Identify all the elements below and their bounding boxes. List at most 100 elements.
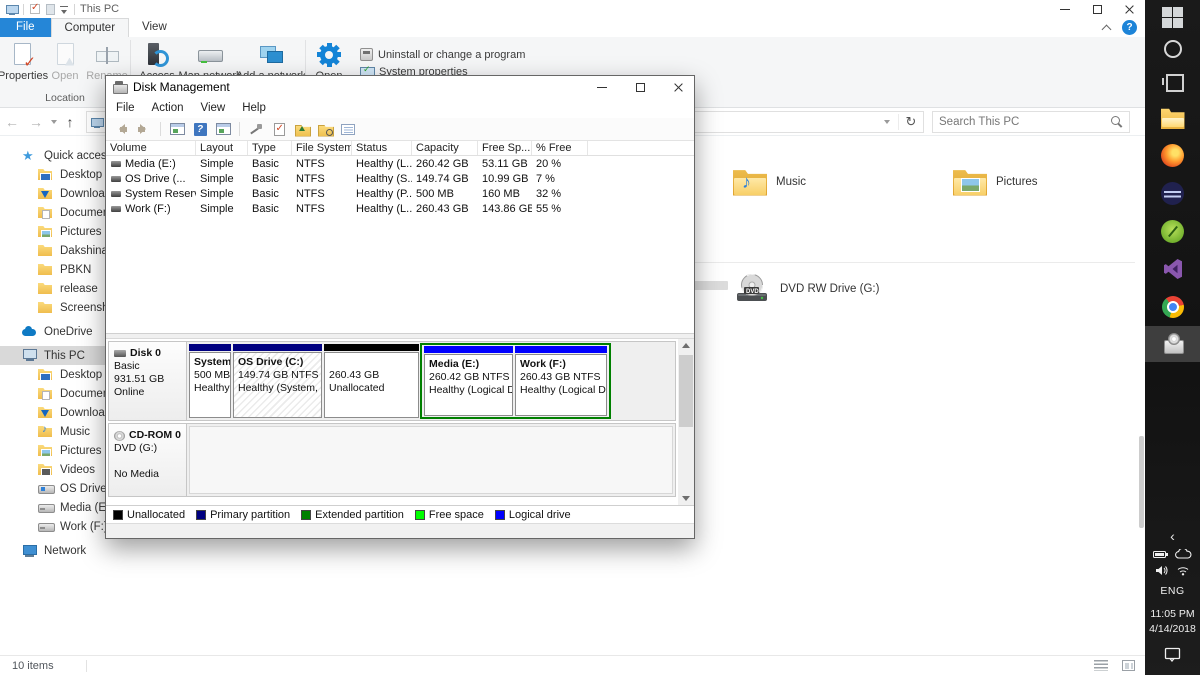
show-action-pane-button[interactable] (214, 119, 232, 139)
sidebar-item-this-pc[interactable]: This PC (0, 346, 118, 365)
sidebar-item[interactable]: release (0, 279, 118, 298)
logical-drive-partition[interactable]: Work (F:) 260.43 GB NTFS Healthy (Logica… (515, 346, 607, 416)
cdrom-0-header[interactable]: CD-ROM 0 DVD (G:) No Media (109, 424, 187, 496)
sidebar-item-network[interactable]: Network (0, 541, 118, 560)
content-scrollbar-thumb[interactable] (1139, 436, 1144, 528)
minimize-button[interactable] (586, 78, 618, 96)
ribbon-tab[interactable]: File (0, 18, 51, 37)
taskbar-file-explorer[interactable] (1145, 100, 1200, 136)
partition[interactable]: System R 500 MB N Healthy (P (189, 344, 231, 418)
column-header[interactable]: Capacity (412, 141, 478, 155)
collapse-ribbon-icon[interactable] (1102, 24, 1112, 34)
volume-row[interactable]: System Reserved Simple Basic NTFS Health… (106, 186, 694, 201)
sidebar-item[interactable]: Music (0, 422, 118, 441)
maximize-button[interactable] (624, 78, 656, 96)
cortana-button[interactable] (1145, 34, 1200, 64)
properties-button[interactable]: Properties (2, 41, 44, 92)
folder-up-button[interactable] (293, 119, 311, 139)
quick-access-properties-icon[interactable] (29, 3, 41, 15)
column-header[interactable]: Free Sp... (478, 141, 532, 155)
search-box[interactable] (932, 111, 1130, 133)
show-console-tree-button[interactable] (168, 119, 186, 139)
column-header[interactable]: Layout (196, 141, 248, 155)
partition[interactable]: 260.43 GB Unallocated (324, 344, 419, 418)
up-button[interactable]: ↑ (60, 114, 80, 130)
sidebar-item[interactable]: Screenshots (0, 298, 118, 317)
wifi-icon[interactable] (1176, 565, 1190, 576)
start-button[interactable] (1145, 0, 1200, 34)
menu-item[interactable]: Help (242, 102, 266, 114)
address-dropdown-button[interactable] (876, 112, 898, 132)
disk-0-header[interactable]: Disk 0 Basic 931.51 GB Online (109, 342, 187, 420)
back-button[interactable] (112, 119, 130, 139)
sidebar-item[interactable]: Videos (0, 460, 118, 479)
ribbon-tab[interactable]: View (129, 18, 180, 37)
sidebar-item[interactable]: OS Drive (C:) (0, 479, 118, 498)
open-button[interactable]: Open (44, 41, 86, 92)
battery-icon[interactable] (1153, 550, 1168, 559)
help-button[interactable] (191, 119, 209, 139)
sidebar-item[interactable]: Desktop (0, 165, 118, 184)
sidebar-item[interactable]: Dakshinapuram (0, 241, 118, 260)
properties-button[interactable] (339, 119, 357, 139)
minimize-button[interactable] (1049, 0, 1081, 18)
ribbon-tab[interactable]: Computer (51, 18, 130, 37)
sidebar-item-onedrive[interactable]: OneDrive (0, 322, 118, 341)
help-icon[interactable] (1122, 20, 1137, 35)
sidebar-item[interactable]: Pictures (0, 441, 118, 460)
taskbar-chrome[interactable] (1145, 288, 1200, 326)
sidebar-item[interactable]: Pictures (0, 222, 118, 241)
sidebar-item-quick-access[interactable]: Quick access (0, 146, 118, 165)
folder-tile[interactable]: Pictures (953, 162, 1038, 202)
search-input[interactable] (939, 116, 1111, 128)
action-center-button[interactable] (1164, 647, 1181, 667)
customize-quick-access-icon[interactable] (60, 5, 69, 14)
column-header[interactable]: Type (248, 141, 292, 155)
scrollbar-thumb[interactable] (679, 355, 693, 427)
scroll-down-icon[interactable] (682, 496, 690, 501)
graphical-view-scrollbar[interactable] (678, 339, 694, 505)
taskbar-firefox[interactable] (1145, 136, 1200, 174)
thumbnail-view-icon[interactable] (1122, 660, 1135, 671)
taskbar-disk-management-active[interactable] (1145, 326, 1200, 362)
close-button[interactable] (662, 78, 694, 96)
volume-row[interactable]: Work (F:) Simple Basic NTFS Healthy (L..… (106, 201, 694, 216)
recent-locations-button[interactable] (48, 120, 60, 124)
partition[interactable]: OS Drive (C:) 149.74 GB NTFS Healthy (Sy… (233, 344, 322, 418)
show-hidden-icons-chevron[interactable]: ‹ (1170, 529, 1175, 543)
check-document-button[interactable] (270, 119, 288, 139)
sidebar-item[interactable]: Documents (0, 384, 118, 403)
taskbar-eclipse[interactable] (1145, 174, 1200, 212)
sidebar-item[interactable]: Media (E:) (0, 498, 118, 517)
forward-button[interactable] (135, 119, 153, 139)
sidebar-item[interactable]: Documents (0, 203, 118, 222)
volume-row[interactable]: OS Drive (... Simple Basic NTFS Healthy … (106, 171, 694, 186)
back-button[interactable]: ← (0, 114, 24, 130)
column-header[interactable]: % Free (532, 141, 588, 155)
details-view-icon[interactable] (1094, 660, 1108, 671)
column-header[interactable]: Volume (106, 141, 196, 155)
disk-management-titlebar[interactable]: Disk Management (106, 76, 694, 98)
menu-item[interactable]: View (201, 102, 226, 114)
folder-tile[interactable]: Music (733, 162, 806, 202)
close-button[interactable] (1113, 0, 1145, 18)
sidebar-item[interactable]: Downloads (0, 403, 118, 422)
taskbar-android-studio[interactable] (1145, 212, 1200, 250)
sidebar-item[interactable]: Work (F:) (0, 517, 118, 536)
task-view-button[interactable] (1145, 64, 1200, 100)
maximize-button[interactable] (1081, 0, 1113, 18)
sidebar-item[interactable]: Downloads (0, 184, 118, 203)
uninstall-program-button[interactable]: Uninstall or change a program (360, 48, 525, 61)
scroll-up-icon[interactable] (682, 343, 690, 348)
column-header[interactable]: Status (352, 141, 412, 155)
volume-icon[interactable] (1155, 565, 1169, 576)
refresh-button[interactable]: ↻ (899, 114, 923, 130)
clock[interactable]: 11:05 PM 4/14/2018 (1149, 607, 1196, 637)
logical-drive-partition[interactable]: Media (E:) 260.42 GB NTFS Healthy (Logic… (424, 346, 513, 416)
menu-item[interactable]: Action (152, 102, 184, 114)
sidebar-item[interactable]: Desktop (0, 365, 118, 384)
quick-access-new-folder-icon[interactable] (46, 4, 55, 15)
sidebar-item[interactable]: PBKN (0, 260, 118, 279)
taskbar-visual-studio[interactable] (1145, 250, 1200, 288)
pointer-tool-button[interactable] (247, 119, 265, 139)
